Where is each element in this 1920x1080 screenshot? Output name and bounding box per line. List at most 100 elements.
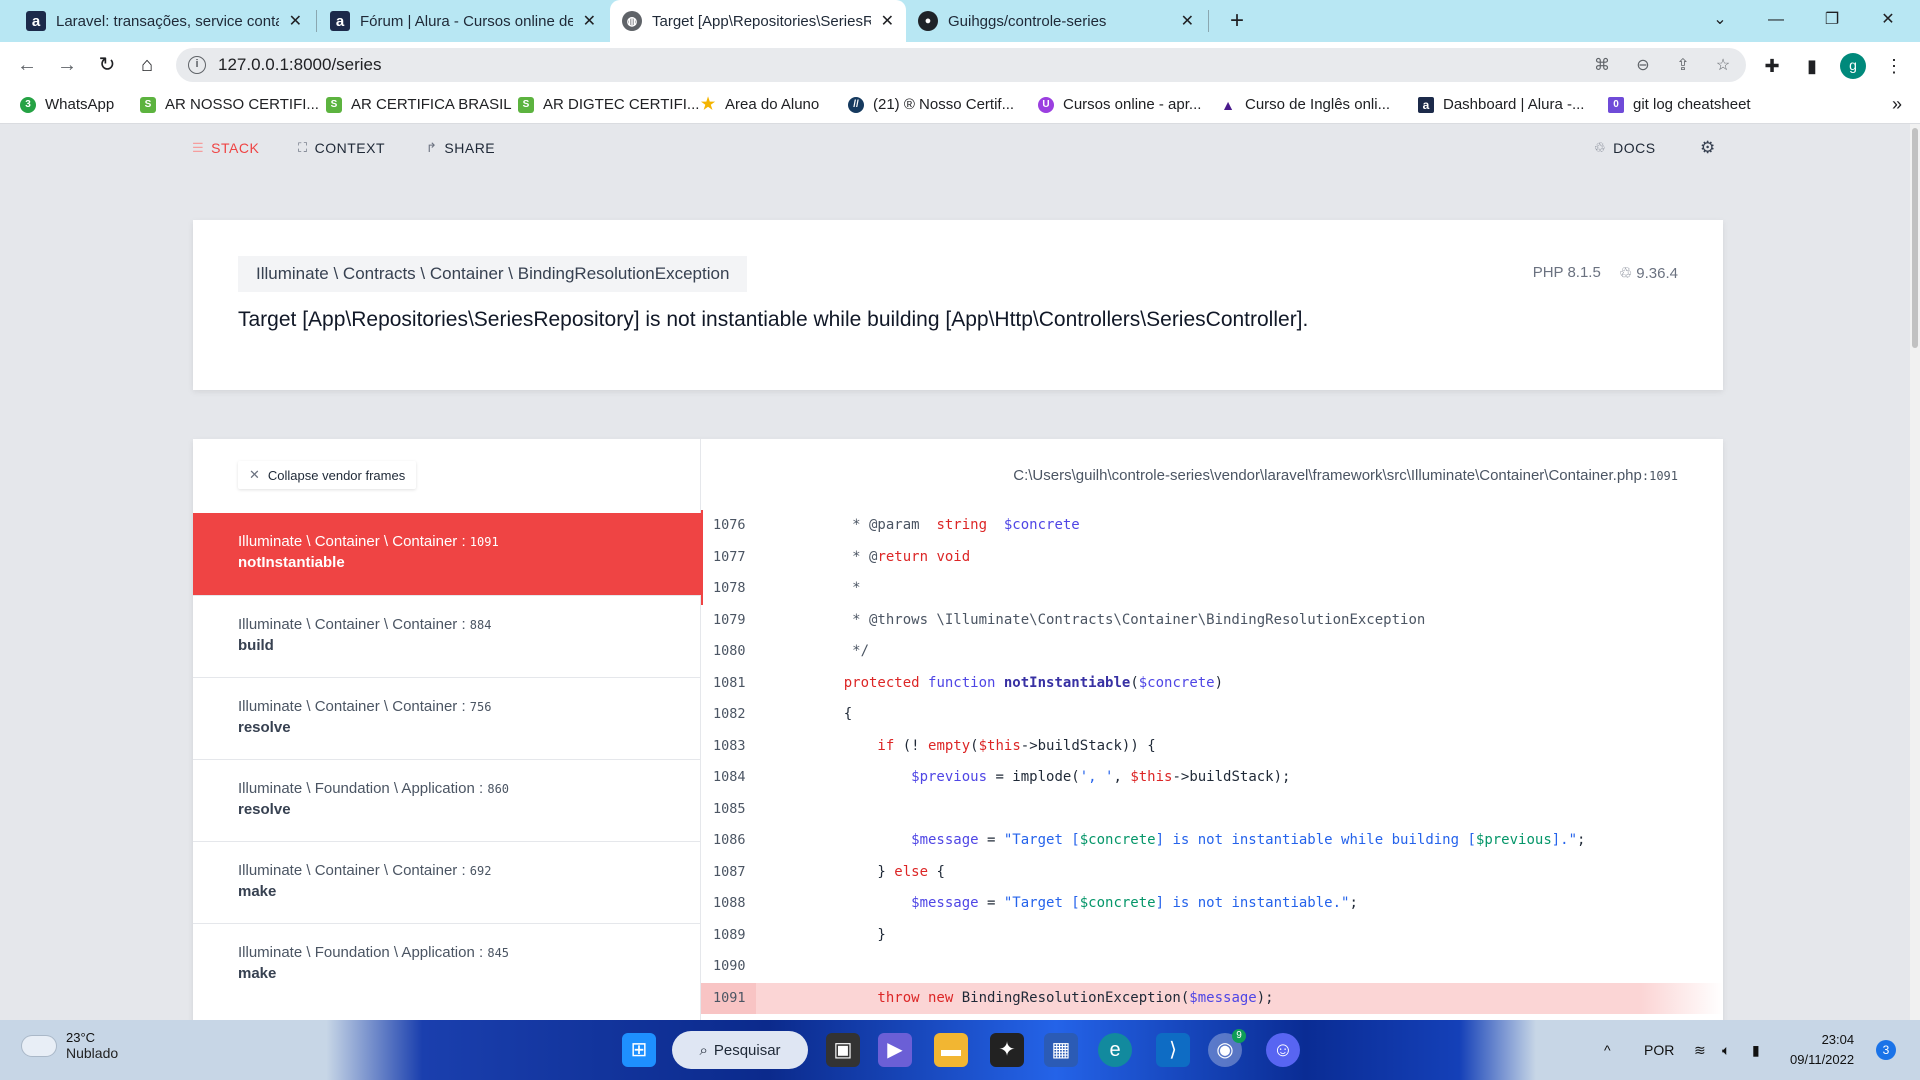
discord-icon[interactable]: ☺ xyxy=(1266,1033,1300,1067)
bookmark-star-icon[interactable]: ☆ xyxy=(1711,54,1735,78)
close-tab-icon[interactable]: ✕ xyxy=(881,11,894,31)
microsoft-store-icon[interactable]: ▦ xyxy=(1044,1033,1078,1067)
language-indicator[interactable]: POR xyxy=(1644,1020,1674,1080)
site-info-icon[interactable]: i xyxy=(188,56,206,74)
bookmark-item[interactable]: ★ Area do Aluno xyxy=(700,96,819,113)
code-line[interactable]: 1088 $message = "Target [$concrete] is n… xyxy=(701,888,1723,920)
bookmark-item[interactable]: S AR DIGTEC CERTIFI... xyxy=(518,96,699,113)
volume-icon[interactable]: 🔈︎ xyxy=(1722,1020,1730,1080)
stack-frame[interactable]: Illuminate \ Container \ Container : 756… xyxy=(193,677,701,759)
frame-class: Illuminate \ Foundation \ Application : … xyxy=(238,944,510,961)
bookmark-item[interactable]: // (21) ® Nosso Certif... xyxy=(848,96,1014,113)
close-tab-icon[interactable]: ✕ xyxy=(1181,11,1194,31)
file-path[interactable]: C:\Users\guilh\controle-series\vendor\la… xyxy=(1013,467,1678,484)
whatsapp-icon: 3 xyxy=(20,96,36,113)
bookmark-item[interactable]: 3 WhatsApp xyxy=(20,96,114,113)
nav-share[interactable]: ↱ SHARE xyxy=(426,140,495,156)
wifi-icon[interactable]: ≋ xyxy=(1694,1020,1706,1080)
bookmark-item[interactable]: U Cursos online - apr... xyxy=(1038,96,1201,113)
edge-icon[interactable]: e xyxy=(1098,1033,1132,1067)
windows-start-icon[interactable]: ⊞ xyxy=(622,1033,656,1067)
browser-tab[interactable]: a Laravel: transações, service conta ✕ xyxy=(14,0,314,42)
task-view-icon[interactable]: ▣ xyxy=(826,1033,860,1067)
taskbar-search[interactable]: ⌕ Pesquisar xyxy=(672,1031,808,1069)
stack-frame[interactable]: Illuminate \ Foundation \ Application : … xyxy=(193,759,701,841)
show-hidden-icons-chevron-icon[interactable]: ^ xyxy=(1604,1020,1611,1080)
zoom-out-icon[interactable]: ⊖ xyxy=(1631,54,1655,78)
code-line[interactable]: 1086 $message = "Target [$concrete] is n… xyxy=(701,825,1723,857)
code-line[interactable]: 1081 protected function notInstantiable(… xyxy=(701,668,1723,700)
predator-sense-icon[interactable]: ✦ xyxy=(990,1033,1024,1067)
scrollbar-thumb[interactable] xyxy=(1912,128,1918,348)
code-line[interactable]: 1082 { xyxy=(701,699,1723,731)
code-line[interactable]: 1084 $previous = implode(', ', $this->bu… xyxy=(701,762,1723,794)
stack-frame[interactable]: Illuminate \ Container \ Container : 884… xyxy=(193,595,701,677)
line-source: protected function notInstantiable($conc… xyxy=(756,668,1223,700)
back-button[interactable]: ← xyxy=(12,50,42,80)
nav-stack[interactable]: ☰ STACK xyxy=(192,140,259,156)
collapse-vendor-frames-button[interactable]: ✕ Collapse vendor frames xyxy=(238,461,417,489)
forward-button[interactable]: → xyxy=(52,50,82,80)
browser-tab[interactable]: ● Guihggs/controle-series ✕ xyxy=(906,0,1206,42)
nav-context[interactable]: ⛶ CONTEXT xyxy=(298,140,385,156)
minimize-button[interactable]: — xyxy=(1748,0,1804,42)
code-line-highlighted[interactable]: 1091 throw new BindingResolutionExceptio… xyxy=(701,982,1723,1014)
code-line[interactable]: 1089 } xyxy=(701,920,1723,952)
restore-button[interactable]: ❐ xyxy=(1804,0,1860,42)
frame-line-number: 860 xyxy=(487,782,510,796)
home-button[interactable]: ⌂ xyxy=(132,50,162,80)
reload-button[interactable]: ↻ xyxy=(92,50,122,80)
line-source: if (! empty($this->buildStack)) { xyxy=(756,731,1155,763)
bookmark-item[interactable]: S AR CERTIFICA BRASIL xyxy=(326,96,512,113)
code-line[interactable]: 1087 } else { xyxy=(701,857,1723,889)
close-window-button[interactable]: ✕ xyxy=(1860,0,1916,42)
code-line[interactable]: 1080 */ xyxy=(701,636,1723,668)
battery-icon[interactable]: ▮ xyxy=(1752,1020,1760,1080)
close-tab-icon[interactable]: ✕ xyxy=(289,11,302,31)
extensions-icon[interactable]: ✚ xyxy=(1760,54,1784,78)
file-explorer-icon[interactable]: ▬ xyxy=(934,1033,968,1067)
code-line[interactable]: 1083 if (! empty($this->buildStack)) { xyxy=(701,731,1723,763)
bookmark-item[interactable]: S AR NOSSO CERTIFI... xyxy=(140,96,319,113)
notification-badge[interactable]: 3 xyxy=(1876,1040,1896,1060)
address-bar[interactable]: i 127.0.0.1:8000/series ⌘ ⊖ ⇪ ☆ xyxy=(176,48,1746,82)
code-line[interactable]: 1078 * xyxy=(701,573,1723,605)
page-scrollbar[interactable] xyxy=(1910,124,1920,1020)
code-line[interactable]: 1079 * @throws \Illuminate\Contracts\Con… xyxy=(701,605,1723,637)
teams-chat-icon[interactable]: ▶ xyxy=(878,1033,912,1067)
line-marker xyxy=(701,510,703,542)
url-text[interactable]: 127.0.0.1:8000/series xyxy=(218,55,382,75)
weather-widget[interactable]: 23°C Nublado xyxy=(22,1030,118,1061)
profile-avatar[interactable]: g xyxy=(1840,53,1866,79)
settings-gear-icon[interactable]: ⚙ xyxy=(1700,138,1716,158)
menu-kebab-icon[interactable]: ⋮ xyxy=(1882,54,1906,78)
new-tab-button[interactable]: + xyxy=(1222,6,1252,36)
tab-search-chevron-icon[interactable]: ⌄ xyxy=(1692,0,1748,42)
bookmark-item[interactable]: ▲ Curso de Inglês onli... xyxy=(1220,96,1390,113)
frame-line-number: 1091 xyxy=(469,535,499,549)
browser-tab-active[interactable]: ◍ Target [App\Repositories\SeriesR ✕ xyxy=(610,0,906,42)
weather-description: Nublado xyxy=(66,1045,119,1061)
browser-tab[interactable]: a Fórum | Alura - Cursos online de ✕ xyxy=(318,0,608,42)
more-bookmarks-button[interactable]: » xyxy=(1892,94,1902,115)
code-line[interactable]: 1090 xyxy=(701,951,1723,983)
code-line[interactable]: 1076 * @param string $concrete xyxy=(701,510,1723,542)
side-panel-icon[interactable]: ▮ xyxy=(1800,54,1824,78)
search-label: Pesquisar xyxy=(713,1041,781,1059)
share-icon[interactable]: ⇪ xyxy=(1671,54,1695,78)
nav-docs[interactable]: ♲ DOCS xyxy=(1594,140,1656,156)
close-tab-icon[interactable]: ✕ xyxy=(583,11,596,31)
code-line[interactable]: 1077 * @return void xyxy=(701,541,1723,573)
vscode-icon[interactable]: ⟩ xyxy=(1156,1033,1190,1067)
translate-icon[interactable]: ⌘ xyxy=(1590,54,1614,78)
stack-frame[interactable]: Illuminate \ Container \ Container : 692… xyxy=(193,841,701,923)
code-token: string xyxy=(936,517,988,533)
code-line[interactable]: 1085 xyxy=(701,794,1723,826)
stack-frame[interactable]: Illuminate \ Foundation \ Application : … xyxy=(193,923,701,1005)
chrome-icon[interactable]: ◉ 9 xyxy=(1208,1029,1246,1067)
bookmark-item[interactable]: a Dashboard | Alura -... xyxy=(1418,96,1584,113)
system-clock[interactable]: 23:04 09/11/2022 xyxy=(1790,1030,1854,1070)
stack-frame-selected[interactable]: Illuminate \ Container \ Container : 109… xyxy=(193,513,701,595)
bookmark-label: AR DIGTEC CERTIFI... xyxy=(543,96,700,113)
bookmark-item[interactable]: 0 git log cheatsheet xyxy=(1608,96,1751,113)
